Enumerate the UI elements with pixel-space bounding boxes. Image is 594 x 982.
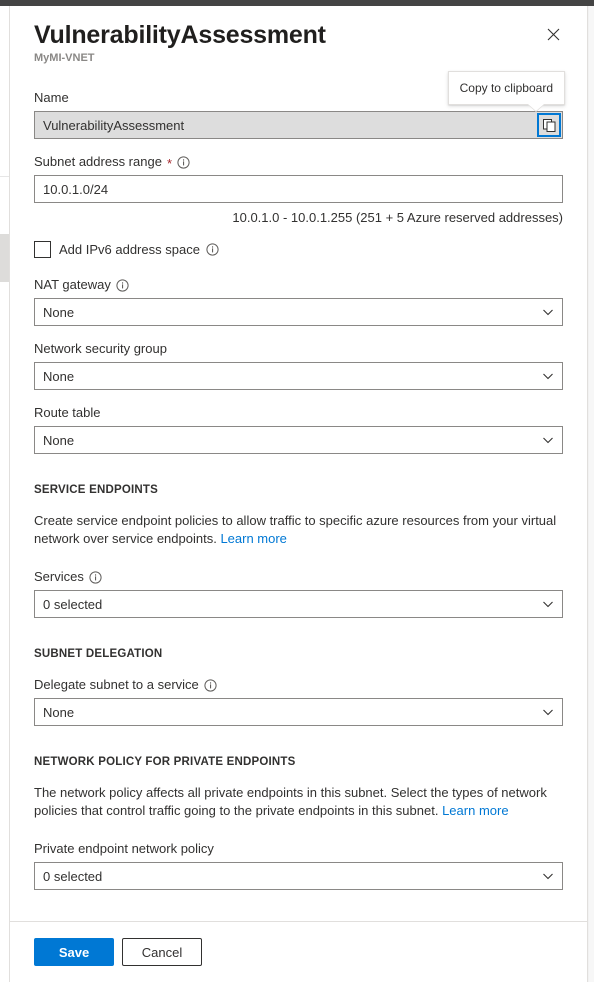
subnet-range-label: Subnet address range *	[34, 153, 563, 171]
route-table-group: Route table None	[34, 404, 563, 454]
route-table-label-text: Route table	[34, 404, 101, 422]
delegate-subnet-label-text: Delegate subnet to a service	[34, 676, 199, 694]
blade-right-gutter	[589, 6, 594, 982]
subnet-range-helper: 10.0.1.0 - 10.0.1.255 (251 + 5 Azure res…	[34, 209, 563, 227]
nat-gateway-label: NAT gateway	[34, 276, 563, 294]
private-endpoint-policy-label-text: Private endpoint network policy	[34, 840, 214, 858]
info-icon[interactable]	[177, 156, 190, 169]
name-field-group: Name Copy to clipboard	[34, 89, 563, 139]
service-endpoints-heading: SERVICE ENDPOINTS	[34, 484, 563, 496]
add-ipv6-label-text: Add IPv6 address space	[59, 242, 200, 257]
cancel-button[interactable]: Cancel	[122, 938, 202, 966]
subnet-delegation-heading: SUBNET DELEGATION	[34, 648, 563, 660]
required-indicator: *	[167, 157, 172, 170]
blade-header: VulnerabilityAssessment MyMI-VNET	[10, 6, 587, 65]
ipv6-checkbox-row[interactable]: Add IPv6 address space	[34, 241, 563, 258]
network-policy-heading: NETWORK POLICY FOR PRIVATE ENDPOINTS	[34, 756, 563, 768]
delegate-subnet-value: None	[43, 705, 74, 720]
info-icon[interactable]	[89, 571, 102, 584]
blade-footer: Save Cancel	[10, 921, 587, 982]
subnet-form: Name Copy to clipboard	[10, 65, 587, 890]
page-title: VulnerabilityAssessment	[34, 20, 563, 50]
network-security-group-dropdown[interactable]: None	[34, 362, 563, 390]
subnet-range-group: Subnet address range * 10.0.1.0 - 10.0.1…	[34, 153, 563, 227]
subnet-range-label-text: Subnet address range	[34, 153, 162, 171]
close-button[interactable]	[539, 20, 567, 48]
services-dropdown[interactable]: 0 selected	[34, 590, 563, 618]
name-label-text: Name	[34, 89, 69, 107]
services-value: 0 selected	[43, 597, 102, 612]
save-button[interactable]: Save	[34, 938, 114, 966]
copy-icon	[543, 119, 556, 132]
subnet-edit-blade: VulnerabilityAssessment MyMI-VNET Name C…	[9, 6, 588, 982]
chevron-down-icon	[542, 434, 554, 446]
network-security-group-group: Network security group None	[34, 340, 563, 390]
subnet-range-input[interactable]	[34, 175, 563, 203]
name-input-wrap: Copy to clipboard	[34, 111, 563, 139]
info-icon[interactable]	[206, 243, 219, 256]
private-endpoint-policy-label: Private endpoint network policy	[34, 840, 563, 858]
chevron-down-icon	[542, 370, 554, 382]
page-subtitle: MyMI-VNET	[34, 51, 563, 65]
nat-gateway-label-text: NAT gateway	[34, 276, 111, 294]
nat-gateway-dropdown[interactable]: None	[34, 298, 563, 326]
chevron-down-icon	[542, 706, 554, 718]
chevron-down-icon	[542, 870, 554, 882]
nat-gateway-value: None	[43, 305, 74, 320]
close-icon	[547, 28, 560, 41]
private-endpoint-policy-dropdown[interactable]: 0 selected	[34, 862, 563, 890]
info-icon[interactable]	[204, 679, 217, 692]
route-table-value: None	[43, 433, 74, 448]
network-security-group-label: Network security group	[34, 340, 563, 358]
delegate-subnet-label: Delegate subnet to a service	[34, 676, 563, 694]
info-icon[interactable]	[116, 279, 129, 292]
route-table-label: Route table	[34, 404, 563, 422]
add-ipv6-label: Add IPv6 address space	[59, 242, 219, 257]
chevron-down-icon	[542, 306, 554, 318]
network-policy-learn-more-link[interactable]: Learn more	[442, 803, 508, 818]
network-security-group-value: None	[43, 369, 74, 384]
copy-to-clipboard-button[interactable]	[537, 113, 561, 137]
network-security-group-label-text: Network security group	[34, 340, 167, 358]
delegate-subnet-group: Delegate subnet to a service None	[34, 676, 563, 726]
add-ipv6-checkbox[interactable]	[34, 241, 51, 258]
services-label-text: Services	[34, 568, 84, 586]
private-endpoint-policy-group: Private endpoint network policy 0 select…	[34, 840, 563, 890]
service-endpoints-learn-more-link[interactable]: Learn more	[220, 531, 286, 546]
private-endpoint-policy-value: 0 selected	[43, 869, 102, 884]
services-group: Services 0 selected	[34, 568, 563, 618]
route-table-dropdown[interactable]: None	[34, 426, 563, 454]
name-input[interactable]	[34, 111, 563, 139]
service-endpoints-description: Create service endpoint policies to allo…	[34, 512, 563, 548]
network-policy-description: The network policy affects all private e…	[34, 784, 563, 820]
copy-tooltip: Copy to clipboard	[448, 71, 565, 105]
delegate-subnet-dropdown[interactable]: None	[34, 698, 563, 726]
service-endpoints-description-text: Create service endpoint policies to allo…	[34, 513, 556, 546]
chevron-down-icon	[542, 598, 554, 610]
copy-tooltip-text: Copy to clipboard	[460, 81, 553, 95]
nat-gateway-group: NAT gateway None	[34, 276, 563, 326]
services-label: Services	[34, 568, 563, 586]
